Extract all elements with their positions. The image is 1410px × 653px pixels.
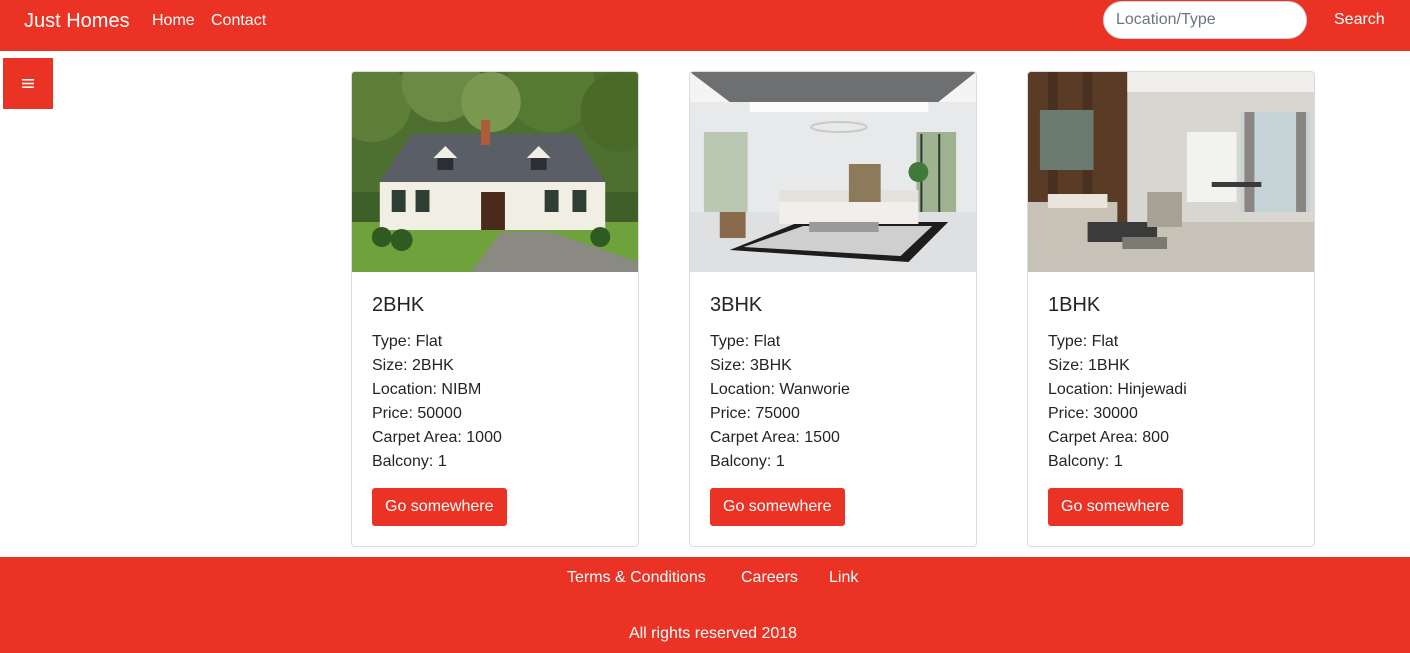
- listing-size: Size: 3BHK: [710, 357, 792, 374]
- listing-type: Type: Flat: [372, 333, 443, 350]
- listing-location: Location: Wanworie: [710, 381, 850, 398]
- listing-price: Price: 75000: [710, 405, 800, 422]
- go-somewhere-button[interactable]: Go somewhere: [372, 488, 507, 526]
- go-somewhere-button[interactable]: Go somewhere: [1048, 488, 1183, 526]
- listing-carpet-area: Carpet Area: 800: [1048, 429, 1169, 446]
- house-exterior-photo: [352, 72, 638, 272]
- brand-logo[interactable]: Just Homes: [24, 10, 130, 33]
- listing-carpet-area: Carpet Area: 1500: [710, 429, 840, 446]
- listing-card: 2BHK Type: Flat Size: 2BHK Location: NIB…: [351, 71, 639, 547]
- sidebar-toggle-button[interactable]: [3, 58, 53, 109]
- listing-location: Location: Hinjewadi: [1048, 381, 1187, 398]
- listing-size: Size: 2BHK: [372, 357, 454, 374]
- search-input[interactable]: [1103, 1, 1307, 39]
- listing-price: Price: 30000: [1048, 405, 1138, 422]
- listing-size: Size: 1BHK: [1048, 357, 1130, 374]
- top-navbar: Just Homes Home Contact Search: [0, 0, 1410, 51]
- footer-careers-link[interactable]: Careers: [741, 569, 798, 587]
- listing-type: Type: Flat: [1048, 333, 1119, 350]
- listing-type: Type: Flat: [710, 333, 781, 350]
- listing-location: Location: NIBM: [372, 381, 482, 398]
- nav-contact-link[interactable]: Contact: [211, 12, 266, 30]
- wood-living-room-photo: [1028, 72, 1314, 272]
- footer-link[interactable]: Link: [829, 569, 858, 587]
- listing-balcony: Balcony: 1: [710, 453, 785, 470]
- listing-title: 3BHK: [710, 294, 763, 316]
- copyright-text: All rights reserved 2018: [628, 625, 798, 642]
- listing-balcony: Balcony: 1: [1048, 453, 1123, 470]
- footer-terms-link[interactable]: Terms & Conditions: [567, 569, 706, 587]
- white-living-room-photo: [690, 72, 976, 272]
- nav-home-link[interactable]: Home: [152, 12, 195, 30]
- listing-title: 2BHK: [372, 294, 425, 316]
- listing-title: 1BHK: [1048, 294, 1101, 316]
- listing-balcony: Balcony: 1: [372, 453, 447, 470]
- search-button[interactable]: Search: [1322, 4, 1397, 36]
- footer: Terms & Conditions Careers Link All righ…: [0, 557, 1410, 653]
- hamburger-menu-icon: [22, 79, 34, 88]
- listing-card: 3BHK Type: Flat Size: 3BHK Location: Wan…: [689, 71, 977, 547]
- listing-card: 1BHK Type: Flat Size: 1BHK Location: Hin…: [1027, 71, 1315, 547]
- listing-carpet-area: Carpet Area: 1000: [372, 429, 502, 446]
- listing-price: Price: 50000: [372, 405, 462, 422]
- go-somewhere-button[interactable]: Go somewhere: [710, 488, 845, 526]
